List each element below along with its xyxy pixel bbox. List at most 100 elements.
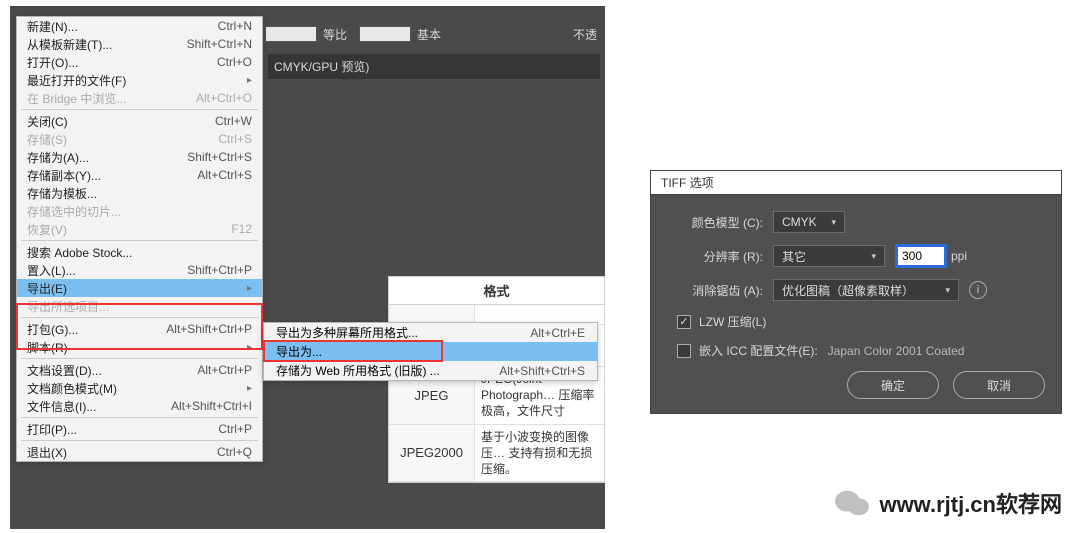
menu-item-shortcut: Shift+Ctrl+S: [187, 150, 252, 164]
menu-item[interactable]: 关闭(C)Ctrl+W: [17, 112, 262, 130]
color-model-label: 颜色模型 (C):: [667, 214, 763, 231]
tiff-options-dialog: TIFF 选项 颜色模型 (C): CMYK ▾ 分辨率 (R): 其它 ▾ p…: [650, 170, 1062, 414]
menu-item[interactable]: 打印(P)...Ctrl+P: [17, 420, 262, 438]
menu-item[interactable]: 文件信息(I)...Alt+Shift+Ctrl+I: [17, 397, 262, 415]
menu-item[interactable]: 导出(E): [17, 279, 262, 297]
menu-item[interactable]: 退出(X)Ctrl+Q: [17, 443, 262, 461]
preview-tab[interactable]: CMYK/GPU 预览): [268, 54, 600, 79]
submenu-item-shortcut: Alt+Shift+Ctrl+S: [499, 364, 585, 378]
menu-item[interactable]: 存储为(A)...Shift+Ctrl+S: [17, 148, 262, 166]
menu-item[interactable]: 新建(N)...Ctrl+N: [17, 17, 262, 35]
menu-item[interactable]: 存储为模板...: [17, 184, 262, 202]
menu-item[interactable]: 搜索 Adobe Stock...: [17, 243, 262, 261]
antialias-label: 消除锯齿 (A):: [667, 282, 763, 299]
menu-separator: [21, 317, 258, 318]
resolution-label: 分辨率 (R):: [667, 248, 763, 265]
menu-item-label: 置入(L)...: [27, 262, 187, 279]
format-desc: 基于小波变换的图像压… 支持有损和无损压缩。: [475, 425, 604, 482]
menu-item-label: 存储副本(Y)...: [27, 167, 197, 184]
resolution-input[interactable]: [897, 246, 945, 266]
menu-item[interactable]: 文档颜色模式(M): [17, 379, 262, 397]
resolution-row: 分辨率 (R): 其它 ▾ ppi: [667, 245, 1045, 267]
menu-item[interactable]: 打包(G)...Alt+Shift+Ctrl+P: [17, 320, 262, 338]
menu-item-shortcut: F12: [231, 222, 252, 236]
menu-item: 恢复(V)F12: [17, 220, 262, 238]
menu-item-label: 打包(G)...: [27, 321, 166, 338]
menu-item-label: 新建(N)...: [27, 18, 218, 35]
menu-item[interactable]: 存储副本(Y)...Alt+Ctrl+S: [17, 166, 262, 184]
icc-label: 嵌入 ICC 配置文件(E):: [699, 342, 818, 359]
menu-item: 导出所选项目...: [17, 297, 262, 315]
menu-item-shortcut: Alt+Ctrl+P: [197, 363, 252, 377]
menu-item-shortcut: Ctrl+P: [218, 422, 252, 436]
toolbar-fragment: 等比 基本 不透: [265, 20, 603, 48]
menu-item-shortcut: Ctrl+Q: [217, 445, 252, 459]
lzw-label: LZW 压缩(L): [699, 313, 766, 330]
ok-button-label: 确定: [881, 377, 905, 394]
menu-item-shortcut: Shift+Ctrl+N: [187, 37, 252, 51]
preview-tab-label: CMYK/GPU 预览): [274, 58, 369, 75]
ok-button[interactable]: 确定: [847, 371, 939, 399]
basic-dropdown[interactable]: [359, 26, 411, 42]
basic-label: 基本: [417, 26, 441, 43]
menu-item-shortcut: Alt+Shift+Ctrl+P: [166, 322, 252, 336]
menu-item-label: 在 Bridge 中浏览...: [27, 90, 196, 107]
menu-item-label: 打开(O)...: [27, 54, 217, 71]
chevron-down-icon: ▾: [945, 285, 950, 296]
chevron-down-icon: ▾: [831, 217, 836, 228]
submenu-item-shortcut: Alt+Ctrl+E: [530, 326, 585, 340]
menu-item-label: 退出(X): [27, 444, 217, 461]
icc-profile: Japan Color 2001 Coated: [828, 344, 965, 358]
cancel-button-label: 取消: [987, 377, 1011, 394]
menu-item-shortcut: Alt+Shift+Ctrl+I: [171, 399, 252, 413]
resolution-preset-value: 其它: [782, 248, 806, 265]
color-model-row: 颜色模型 (C): CMYK ▾: [667, 211, 1045, 233]
dialog-title: TIFF 选项: [651, 171, 1061, 195]
menu-item-label: 文档设置(D)...: [27, 362, 197, 379]
menu-item-label: 打印(P)...: [27, 421, 218, 438]
overflow-label: 不透: [573, 26, 597, 43]
menu-item-shortcut: Shift+Ctrl+P: [187, 263, 252, 277]
submenu-item-label: 存储为 Web 所用格式 (旧版) ...: [276, 362, 499, 379]
watermark: www.rjtj.cn软荐网: [835, 487, 1062, 519]
export-submenu: 导出为多种屏幕所用格式...Alt+Ctrl+E导出为...存储为 Web 所用…: [263, 322, 598, 381]
menu-separator: [21, 358, 258, 359]
menu-item: 在 Bridge 中浏览...Alt+Ctrl+O: [17, 89, 262, 107]
format-table-head: 格式: [389, 277, 604, 305]
menu-item-label: 脚本(R): [27, 339, 241, 356]
file-menu: 新建(N)...Ctrl+N从模板新建(T)...Shift+Ctrl+N打开(…: [16, 16, 263, 462]
menu-item[interactable]: 脚本(R): [17, 338, 262, 356]
resolution-unit: ppi: [951, 249, 967, 263]
menu-item[interactable]: 最近打开的文件(F): [17, 71, 262, 89]
menu-item-shortcut: Ctrl+N: [218, 19, 252, 33]
menu-item-label: 文件信息(I)...: [27, 398, 171, 415]
menu-separator: [21, 240, 258, 241]
menu-item-label: 从模板新建(T)...: [27, 36, 187, 53]
lzw-checkbox-row[interactable]: LZW 压缩(L): [677, 313, 1045, 330]
submenu-item[interactable]: 存储为 Web 所用格式 (旧版) ...Alt+Shift+Ctrl+S: [264, 361, 597, 380]
menu-item[interactable]: 打开(O)...Ctrl+O: [17, 53, 262, 71]
menu-item-shortcut: Alt+Ctrl+S: [197, 168, 252, 182]
icc-checkbox-row[interactable]: 嵌入 ICC 配置文件(E): Japan Color 2001 Coated: [677, 342, 1045, 359]
menu-item-label: 文档颜色模式(M): [27, 380, 241, 397]
chevron-down-icon: ▾: [871, 251, 876, 262]
format-name: JPEG2000: [389, 425, 475, 482]
checkbox-icon: [677, 344, 691, 358]
submenu-item[interactable]: 导出为多种屏幕所用格式...Alt+Ctrl+E: [264, 323, 597, 342]
info-icon[interactable]: i: [969, 281, 987, 299]
resolution-preset-select[interactable]: 其它 ▾: [773, 245, 885, 267]
submenu-item[interactable]: 导出为...: [264, 342, 597, 361]
submenu-item-label: 导出为...: [276, 343, 585, 360]
cancel-button[interactable]: 取消: [953, 371, 1045, 399]
menu-item[interactable]: 文档设置(D)...Alt+Ctrl+P: [17, 361, 262, 379]
color-model-select[interactable]: CMYK ▾: [773, 211, 845, 233]
menu-item-shortcut: Alt+Ctrl+O: [196, 91, 252, 105]
ratio-dropdown[interactable]: [265, 26, 317, 42]
menu-item[interactable]: 置入(L)...Shift+Ctrl+P: [17, 261, 262, 279]
antialias-select[interactable]: 优化图稿（超像素取样） ▾: [773, 279, 959, 301]
menu-item-label: 存储选中的切片...: [27, 203, 252, 220]
menu-item[interactable]: 从模板新建(T)...Shift+Ctrl+N: [17, 35, 262, 53]
dialog-buttons: 确定 取消: [667, 371, 1045, 399]
watermark-label: www.rjtj.cn软荐网: [879, 492, 1062, 517]
menu-item: 存储(S)Ctrl+S: [17, 130, 262, 148]
